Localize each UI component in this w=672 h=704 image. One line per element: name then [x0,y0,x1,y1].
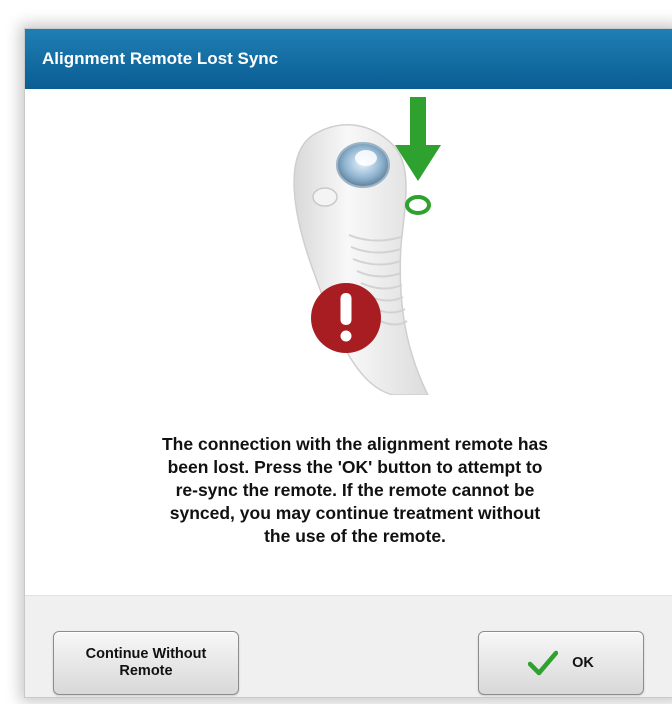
message-line: been lost. Press the 'OK' button to atte… [167,457,543,477]
message-line: The connection with the alignment remote… [161,434,549,454]
checkmark-icon [528,650,559,676]
green-ring-indicator-icon [405,195,431,215]
dialog-footer: Continue Without Remote OK [25,595,672,697]
red-warning-exclamation-icon [311,283,381,353]
continue-button-label-line1: Continue Without [85,646,207,662]
alignment-remote-lost-sync-dialog: Alignment Remote Lost Sync The connectio… [24,28,672,698]
remote-illustration [293,97,441,395]
message-line: the use of the remote. [264,526,446,546]
continue-without-remote-button[interactable]: Continue Without Remote [53,631,239,695]
remote-control-icon [293,124,429,395]
ok-button-label: OK [572,655,594,671]
message-line: re-sync the remote. If the remote cannot… [175,480,535,500]
ok-button[interactable]: OK [478,631,644,695]
continue-button-label-line2: Remote [119,663,173,679]
screen-backdrop: Alignment Remote Lost Sync The connectio… [0,0,672,704]
dialog-message: The connection with the alignment remote… [85,433,625,548]
message-line: synced, you may continue treatment witho… [169,503,541,523]
dialog-title: Alignment Remote Lost Sync [25,29,672,89]
